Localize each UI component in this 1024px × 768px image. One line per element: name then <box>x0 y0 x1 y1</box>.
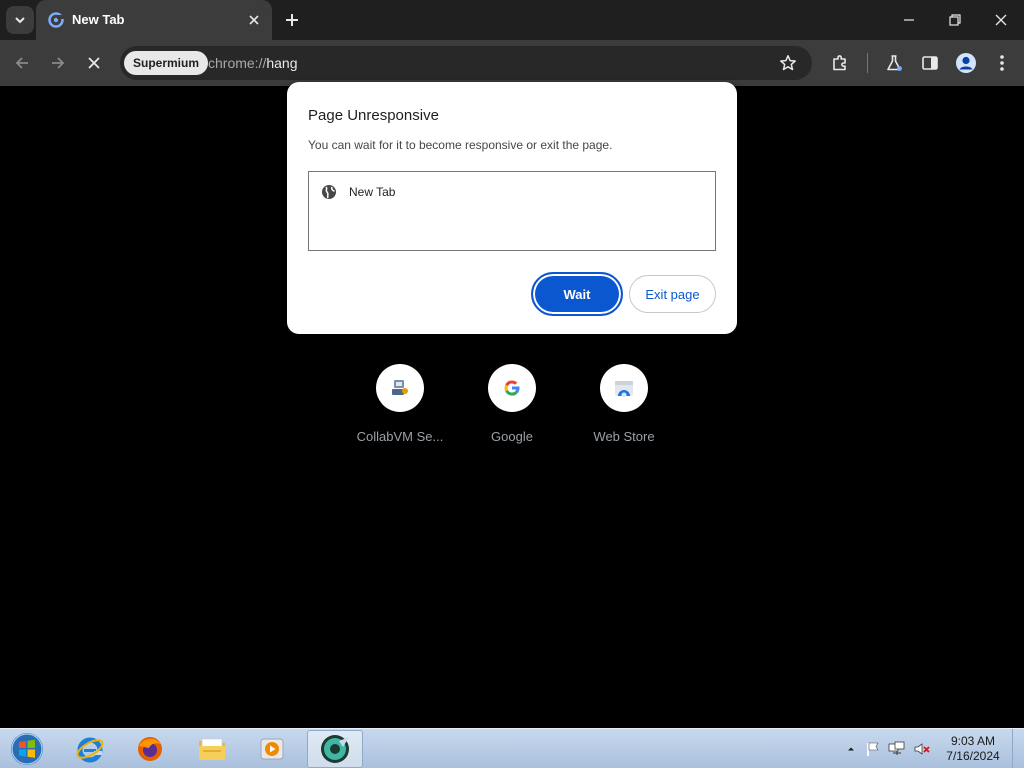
volume-muted-icon <box>914 743 930 755</box>
unresponsive-pages-list: New Tab <box>308 171 716 251</box>
chevron-down-icon <box>15 17 25 24</box>
google-icon <box>504 380 520 396</box>
stop-icon <box>88 57 100 69</box>
taskbar-supermium[interactable] <box>307 730 363 768</box>
windows-logo-icon <box>11 733 43 765</box>
arrow-left-icon <box>15 57 28 69</box>
labs-button[interactable] <box>880 49 908 77</box>
stop-loading-button[interactable] <box>80 49 108 77</box>
avatar-icon <box>956 53 976 73</box>
taskbar: 9:03 AM 7/16/2024 <box>0 728 1024 768</box>
restore-button[interactable] <box>932 0 978 40</box>
side-panel-button[interactable] <box>916 49 944 77</box>
shortcut-label: CollabVM Se... <box>356 429 444 444</box>
shortcut-label: Web Store <box>593 429 655 444</box>
more-vertical-icon <box>1000 55 1004 71</box>
shortcut-icon-circle <box>488 364 536 412</box>
tab-search-button[interactable] <box>6 6 34 34</box>
clock-date: 7/16/2024 <box>946 749 1000 763</box>
new-tab-button[interactable] <box>280 8 304 32</box>
clock-time: 9:03 AM <box>950 734 996 748</box>
exit-page-button[interactable]: Exit page <box>629 275 716 313</box>
file-explorer-icon <box>199 738 225 760</box>
network-tray[interactable] <box>888 740 906 758</box>
start-button[interactable] <box>8 731 46 767</box>
url-text[interactable]: chrome://hang <box>208 55 298 71</box>
collabvm-icon <box>392 380 408 395</box>
taskbar-internet-explorer[interactable] <box>62 730 118 768</box>
globe-icon <box>322 185 336 199</box>
url-scheme: chrome:// <box>208 55 267 71</box>
bookmark-button[interactable] <box>776 51 800 75</box>
minimize-icon <box>904 19 914 21</box>
menu-button[interactable] <box>988 49 1016 77</box>
desktop: New Tab Supermium chrome://hang CollabVM… <box>0 0 1024 768</box>
dialog-title: Page Unresponsive <box>308 107 439 124</box>
network-icon <box>888 741 905 755</box>
arrow-right-icon <box>52 57 65 69</box>
flask-icon <box>887 55 902 71</box>
taskbar-clock[interactable]: 9:03 AM 7/16/2024 <box>938 734 1008 764</box>
shortcut-collabvm[interactable]: CollabVM Se... <box>350 364 450 454</box>
close-icon <box>249 15 259 25</box>
tab-title: New Tab <box>72 12 125 27</box>
show-desktop-button[interactable] <box>1012 729 1024 768</box>
volume-tray[interactable] <box>913 740 931 758</box>
list-item: New Tab <box>321 184 395 200</box>
internet-explorer-icon <box>76 737 104 763</box>
browser-name-chip[interactable]: Supermium <box>124 51 209 75</box>
forward-button[interactable] <box>44 49 72 77</box>
profile-button[interactable] <box>952 49 980 77</box>
shortcut-icon-circle <box>600 364 648 412</box>
action-center-tray[interactable] <box>864 740 882 758</box>
supermium-favicon-icon <box>48 12 64 28</box>
wait-button[interactable]: Wait <box>531 272 623 316</box>
chevron-up-icon <box>848 747 854 751</box>
taskbar-media-player[interactable] <box>244 730 300 768</box>
address-bar[interactable]: Supermium chrome://hang <box>120 46 812 80</box>
shortcut-google[interactable]: Google <box>462 364 562 454</box>
back-button[interactable] <box>8 49 36 77</box>
shortcut-label: Google <box>491 429 533 444</box>
browser-toolbar: Supermium chrome://hang <box>0 40 1024 86</box>
flag-icon <box>867 742 879 756</box>
tab-new-tab[interactable]: New Tab <box>36 0 272 40</box>
close-window-button[interactable] <box>978 0 1024 40</box>
extensions-button[interactable] <box>826 49 854 77</box>
shortcut-web-store[interactable]: Web Store <box>574 364 674 454</box>
dialog-message: You can wait for it to become responsive… <box>308 138 613 152</box>
media-player-icon <box>260 738 284 760</box>
supermium-icon <box>321 735 349 763</box>
url-host: hang <box>266 55 298 71</box>
restore-icon <box>949 14 961 26</box>
page-label: New Tab <box>349 185 396 199</box>
minimize-button[interactable] <box>886 0 932 40</box>
taskbar-file-explorer[interactable] <box>184 730 240 768</box>
side-panel-icon <box>922 56 938 70</box>
taskbar-firefox[interactable] <box>122 730 178 768</box>
shortcut-icon-circle <box>376 364 424 412</box>
page-unresponsive-dialog: Page Unresponsive You can wait for it to… <box>287 82 737 334</box>
web-store-icon <box>615 381 633 398</box>
close-icon <box>995 14 1007 26</box>
browser-titlebar: New Tab <box>0 0 1024 40</box>
star-icon <box>780 55 796 71</box>
firefox-icon <box>138 737 162 761</box>
plus-icon <box>286 14 298 26</box>
puzzle-icon <box>833 55 846 71</box>
toolbar-separator <box>867 53 868 73</box>
tab-close-button[interactable] <box>244 10 264 30</box>
show-hidden-icons-button[interactable] <box>842 740 860 758</box>
